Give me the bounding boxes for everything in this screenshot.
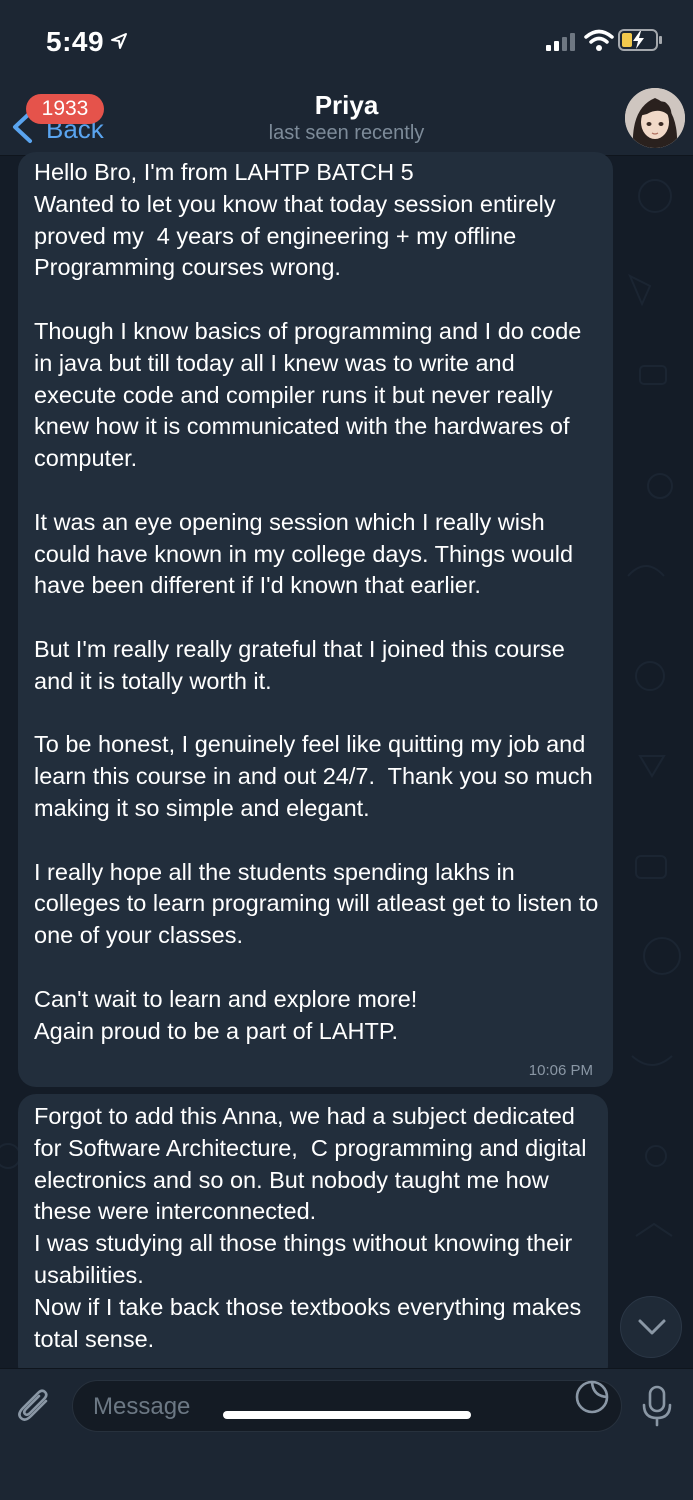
chevron-down-icon	[638, 1319, 666, 1335]
chat-screen: 5:49 Back 1933 Priya last seen recently …	[0, 0, 693, 1500]
chat-header: Back 1933 Priya last seen recently	[0, 80, 693, 156]
contact-name[interactable]: Priya	[0, 90, 693, 121]
message-placeholder: Message	[93, 1393, 191, 1420]
wifi-icon	[584, 29, 614, 51]
status-bar: 5:49	[0, 0, 693, 80]
location-arrow-icon	[111, 33, 127, 49]
home-indicator	[223, 1411, 471, 1419]
avatar-image	[625, 88, 685, 148]
message-bubble[interactable]: Forgot to add this Anna, we had a subjec…	[18, 1094, 608, 1384]
status-time: 5:49	[46, 26, 105, 57]
scroll-down-button[interactable]	[620, 1296, 682, 1358]
microphone-icon[interactable]	[640, 1385, 674, 1427]
avatar[interactable]	[625, 88, 685, 148]
sticker-icon[interactable]	[574, 1379, 610, 1415]
battery-charging-icon	[618, 29, 662, 51]
signal-icon	[546, 33, 575, 51]
contact-status: last seen recently	[268, 122, 425, 144]
paperclip-icon[interactable]	[16, 1387, 54, 1425]
message-text: Forgot to add this Anna, we had a subjec…	[34, 1103, 587, 1352]
message-time: 10:06 PM	[528, 1062, 593, 1079]
message-input-bar: Message	[0, 1368, 693, 1500]
message-bubble[interactable]: Hello Bro, I'm from LAHTP BATCH 5 Wanted…	[18, 152, 613, 1087]
message-input[interactable]: Message	[72, 1380, 622, 1432]
message-text: Hello Bro, I'm from LAHTP BATCH 5 Wanted…	[34, 159, 599, 1044]
